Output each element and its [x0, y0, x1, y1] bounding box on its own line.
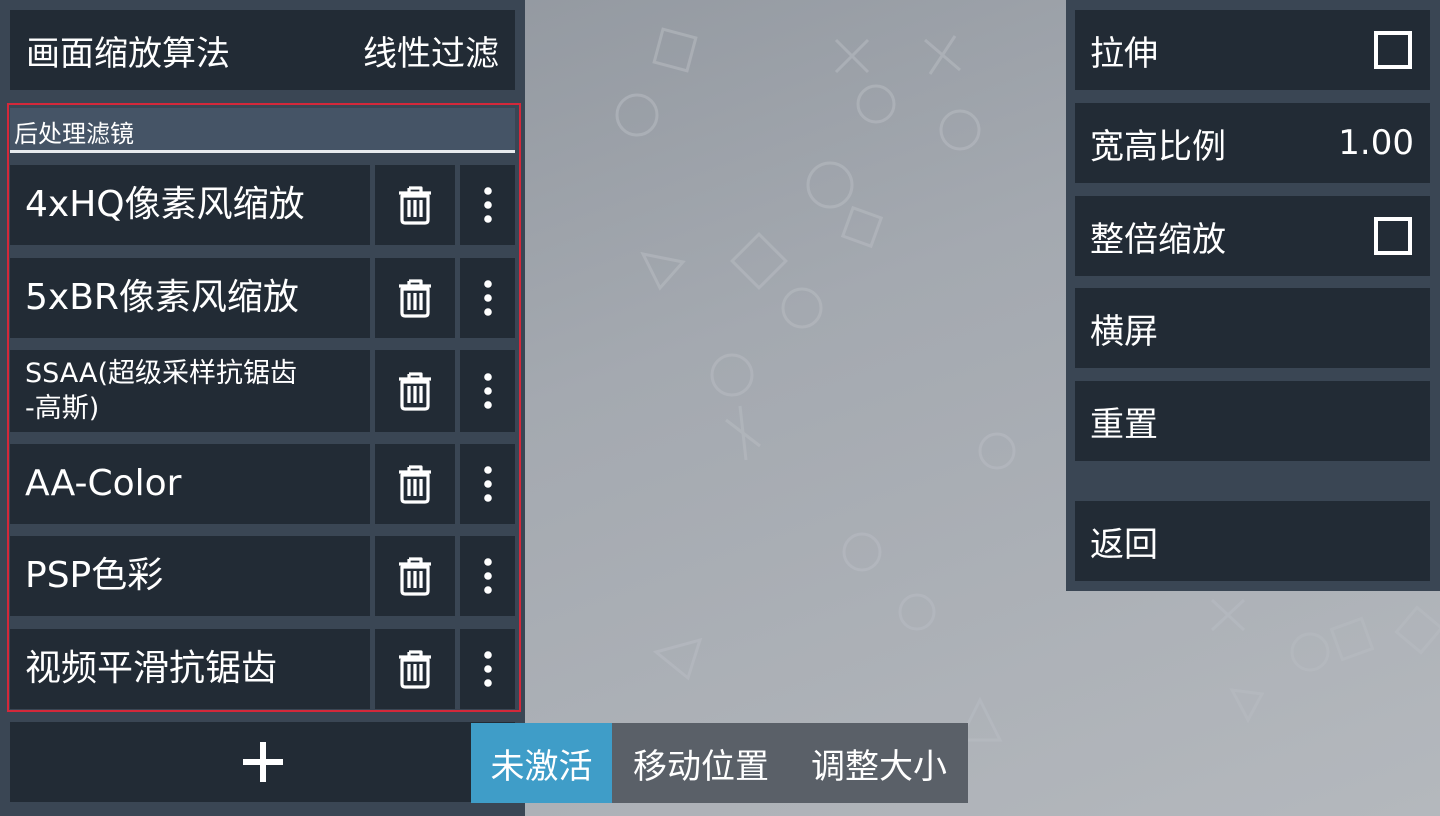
- filter-item-video-smoothing[interactable]: 视频平滑抗锯齿: [10, 629, 370, 709]
- delete-filter-button[interactable]: [375, 165, 455, 245]
- more-vertical-icon: [483, 558, 492, 594]
- delete-filter-button[interactable]: [375, 536, 455, 616]
- filter-item-ssaa[interactable]: SSAA(超级采样抗锯齿 -高斯): [10, 350, 370, 432]
- stretch-row[interactable]: 拉伸: [1075, 10, 1430, 90]
- more-vertical-icon: [483, 651, 492, 687]
- filter-options-button[interactable]: [460, 536, 515, 616]
- rotation-button[interactable]: 横屏: [1075, 288, 1430, 368]
- trash-icon: [399, 465, 431, 504]
- trash-icon: [399, 186, 431, 225]
- filter-name: 4xHQ像素风缩放: [25, 184, 305, 226]
- tab-inactive[interactable]: 未激活: [471, 723, 612, 803]
- integer-scale-row[interactable]: 整倍缩放: [1075, 196, 1430, 276]
- delete-filter-button[interactable]: [375, 350, 455, 432]
- back-button[interactable]: 返回: [1075, 501, 1430, 581]
- aspect-ratio-label: 宽高比例: [1090, 126, 1226, 167]
- add-filter-button[interactable]: [10, 722, 515, 802]
- scaling-algorithm-label: 画面缩放算法: [26, 33, 230, 74]
- aspect-ratio-row[interactable]: 宽高比例 1.00: [1075, 103, 1430, 183]
- reset-button[interactable]: 重置: [1075, 381, 1430, 461]
- delete-filter-button[interactable]: [375, 258, 455, 338]
- more-vertical-icon: [483, 187, 492, 223]
- filter-item-psp-color[interactable]: PSP色彩: [10, 536, 370, 616]
- filter-options-button[interactable]: [460, 165, 515, 245]
- trash-icon: [399, 372, 431, 411]
- tab-resize[interactable]: 调整大小: [790, 723, 968, 803]
- more-vertical-icon: [483, 280, 492, 316]
- filter-name: PSP色彩: [25, 555, 164, 597]
- delete-filter-button[interactable]: [375, 444, 455, 524]
- stretch-label: 拉伸: [1090, 33, 1158, 74]
- aspect-ratio-value: 1.00: [1338, 123, 1414, 163]
- filter-name: SSAA(超级采样抗锯齿 -高斯): [25, 357, 298, 424]
- delete-filter-button[interactable]: [375, 629, 455, 709]
- filter-item-5xbr[interactable]: 5xBR像素风缩放: [10, 258, 370, 338]
- filter-name: 5xBR像素风缩放: [25, 277, 299, 319]
- plus-icon: [242, 742, 283, 782]
- filter-name: AA-Color: [25, 463, 182, 505]
- more-vertical-icon: [483, 466, 492, 502]
- reset-label: 重置: [1090, 404, 1158, 445]
- filter-name: 视频平滑抗锯齿: [25, 648, 278, 690]
- integer-scale-checkbox[interactable]: [1374, 217, 1412, 255]
- stretch-checkbox[interactable]: [1374, 31, 1412, 69]
- scaling-algorithm-row[interactable]: 画面缩放算法 线性过滤: [10, 10, 515, 90]
- back-label: 返回: [1090, 524, 1158, 565]
- filter-options-button[interactable]: [460, 350, 515, 432]
- integer-scale-label: 整倍缩放: [1090, 219, 1226, 260]
- filter-item-4xhq[interactable]: 4xHQ像素风缩放: [10, 165, 370, 245]
- trash-icon: [399, 557, 431, 596]
- filter-options-button[interactable]: [460, 444, 515, 524]
- section-title: 后处理滤镜: [14, 120, 134, 148]
- trash-icon: [399, 650, 431, 689]
- more-vertical-icon: [483, 373, 492, 409]
- tab-move-position[interactable]: 移动位置: [612, 723, 790, 803]
- trash-icon: [399, 279, 431, 318]
- postprocess-section-header: 后处理滤镜: [10, 108, 515, 153]
- filter-options-button[interactable]: [460, 258, 515, 338]
- scaling-algorithm-value: 线性过滤: [363, 33, 499, 74]
- rotation-label: 横屏: [1090, 311, 1158, 352]
- filter-item-aa-color[interactable]: AA-Color: [10, 444, 370, 524]
- section-underline: [10, 150, 515, 153]
- filter-options-button[interactable]: [460, 629, 515, 709]
